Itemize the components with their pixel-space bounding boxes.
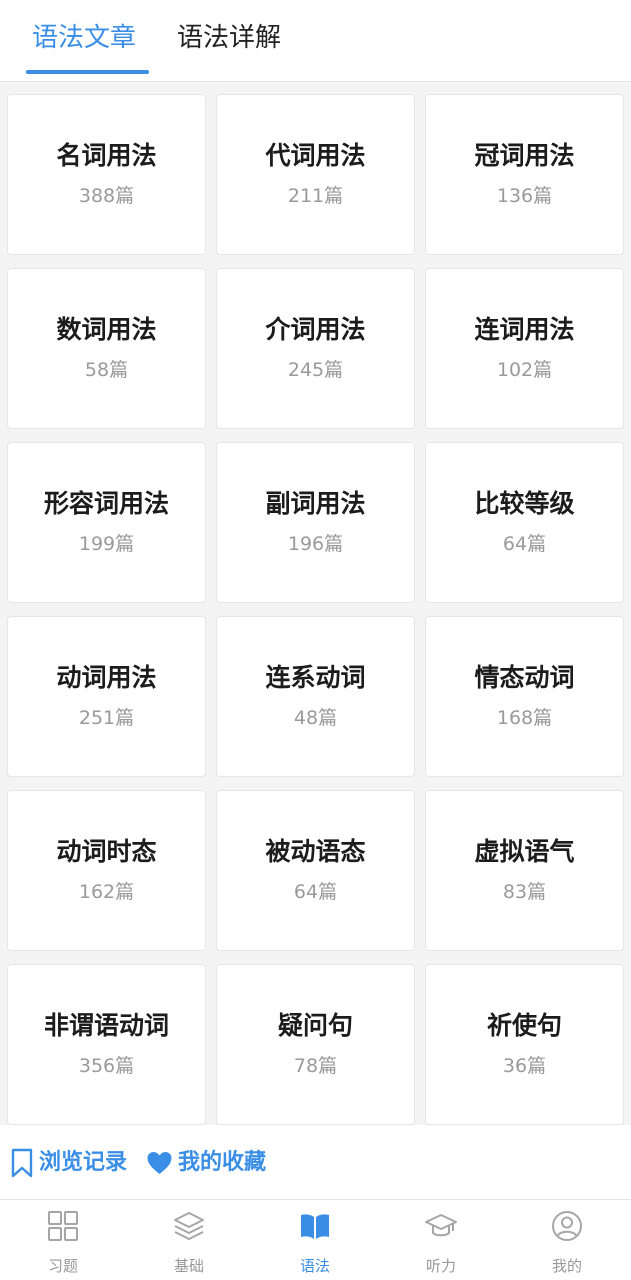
category-title: 形容词用法 xyxy=(43,489,169,518)
category-title: 非谓语动词 xyxy=(43,1011,169,1040)
top-tab-bar: 语法文章 语法详解 xyxy=(0,0,631,82)
category-title: 连词用法 xyxy=(474,315,575,344)
category-title: 代词用法 xyxy=(265,141,366,170)
category-count: 36篇 xyxy=(502,1055,547,1077)
category-card[interactable]: 疑问句 78篇 xyxy=(216,964,415,1125)
category-count: 58篇 xyxy=(84,359,129,381)
active-tab-indicator xyxy=(26,70,149,74)
category-card[interactable]: 比较等级 64篇 xyxy=(425,442,624,603)
nav-label: 听力 xyxy=(425,1257,456,1275)
category-card[interactable]: 冠词用法 136篇 xyxy=(425,94,624,255)
category-title: 介词用法 xyxy=(265,315,366,344)
category-title: 被动语态 xyxy=(265,837,366,866)
grid-icon xyxy=(47,1210,79,1242)
tab-grammar-articles[interactable]: 语法文章 xyxy=(32,20,136,56)
category-count: 211篇 xyxy=(287,185,344,207)
category-card[interactable]: 被动语态 64篇 xyxy=(216,790,415,951)
category-count: 162篇 xyxy=(78,881,135,903)
category-card[interactable]: 代词用法 211篇 xyxy=(216,94,415,255)
nav-grammar[interactable]: 语法 xyxy=(252,1200,378,1280)
heart-icon xyxy=(146,1150,173,1176)
nav-basics[interactable]: 基础 xyxy=(126,1200,252,1280)
category-title: 动词用法 xyxy=(56,663,157,692)
category-count: 388篇 xyxy=(78,185,135,207)
category-count: 78篇 xyxy=(293,1055,338,1077)
category-title: 名词用法 xyxy=(56,141,157,170)
category-count: 136篇 xyxy=(496,185,553,207)
category-card[interactable]: 连词用法 102篇 xyxy=(425,268,624,429)
category-count: 196篇 xyxy=(287,533,344,555)
category-count: 102篇 xyxy=(496,359,553,381)
browse-history-label: 浏览记录 xyxy=(39,1150,128,1175)
my-favorites-link[interactable]: 我的收藏 xyxy=(146,1147,266,1179)
category-card[interactable]: 祈使句 36篇 xyxy=(425,964,624,1125)
category-count: 251篇 xyxy=(78,707,135,729)
nav-exercises[interactable]: 习题 xyxy=(0,1200,126,1280)
user-icon xyxy=(551,1210,583,1242)
category-count: 48篇 xyxy=(293,707,338,729)
category-count: 83篇 xyxy=(502,881,547,903)
category-title: 副词用法 xyxy=(265,489,366,518)
category-card[interactable]: 形容词用法 199篇 xyxy=(7,442,206,603)
tab-grammar-details[interactable]: 语法详解 xyxy=(177,20,281,56)
quick-links-bar: 浏览记录 我的收藏 xyxy=(0,1125,631,1200)
nav-mine[interactable]: 我的 xyxy=(504,1200,630,1280)
category-count: 245篇 xyxy=(287,359,344,381)
layers-icon xyxy=(173,1210,205,1242)
category-card[interactable]: 连系动词 48篇 xyxy=(216,616,415,777)
nav-listening[interactable]: 听力 xyxy=(378,1200,504,1280)
category-count: 64篇 xyxy=(502,533,547,555)
category-title: 动词时态 xyxy=(56,837,157,866)
bookmark-icon xyxy=(10,1148,34,1178)
browse-history-link[interactable]: 浏览记录 xyxy=(10,1147,127,1179)
category-card[interactable]: 介词用法 245篇 xyxy=(216,268,415,429)
category-title: 连系动词 xyxy=(265,663,366,692)
category-title: 数词用法 xyxy=(56,315,157,344)
category-title: 虚拟语气 xyxy=(474,837,575,866)
category-count: 356篇 xyxy=(78,1055,135,1077)
category-count: 199篇 xyxy=(78,533,135,555)
category-title: 祈使句 xyxy=(486,1011,562,1040)
nav-label: 我的 xyxy=(551,1257,582,1275)
graduation-cap-icon xyxy=(425,1210,457,1242)
category-card[interactable]: 虚拟语气 83篇 xyxy=(425,790,624,951)
category-grid: 名词用法 388篇 代词用法 211篇 冠词用法 136篇 数词用法 58篇 介… xyxy=(0,82,631,1125)
category-title: 比较等级 xyxy=(474,489,575,518)
category-title: 疑问句 xyxy=(277,1011,353,1040)
category-card[interactable]: 数词用法 58篇 xyxy=(7,268,206,429)
category-card[interactable]: 情态动词 168篇 xyxy=(425,616,624,777)
book-icon xyxy=(299,1210,331,1242)
category-card[interactable]: 动词用法 251篇 xyxy=(7,616,206,777)
my-favorites-label: 我的收藏 xyxy=(178,1150,267,1175)
bottom-nav: 习题 基础 语法 听力 我的 xyxy=(0,1200,631,1280)
category-title: 冠词用法 xyxy=(474,141,575,170)
category-card[interactable]: 名词用法 388篇 xyxy=(7,94,206,255)
category-card[interactable]: 副词用法 196篇 xyxy=(216,442,415,603)
category-title: 情态动词 xyxy=(474,663,575,692)
category-card[interactable]: 非谓语动词 356篇 xyxy=(7,964,206,1125)
category-count: 64篇 xyxy=(293,881,338,903)
nav-label: 基础 xyxy=(173,1257,204,1275)
nav-label: 语法 xyxy=(299,1257,330,1275)
nav-label: 习题 xyxy=(47,1257,78,1275)
category-count: 168篇 xyxy=(496,707,553,729)
category-card[interactable]: 动词时态 162篇 xyxy=(7,790,206,951)
